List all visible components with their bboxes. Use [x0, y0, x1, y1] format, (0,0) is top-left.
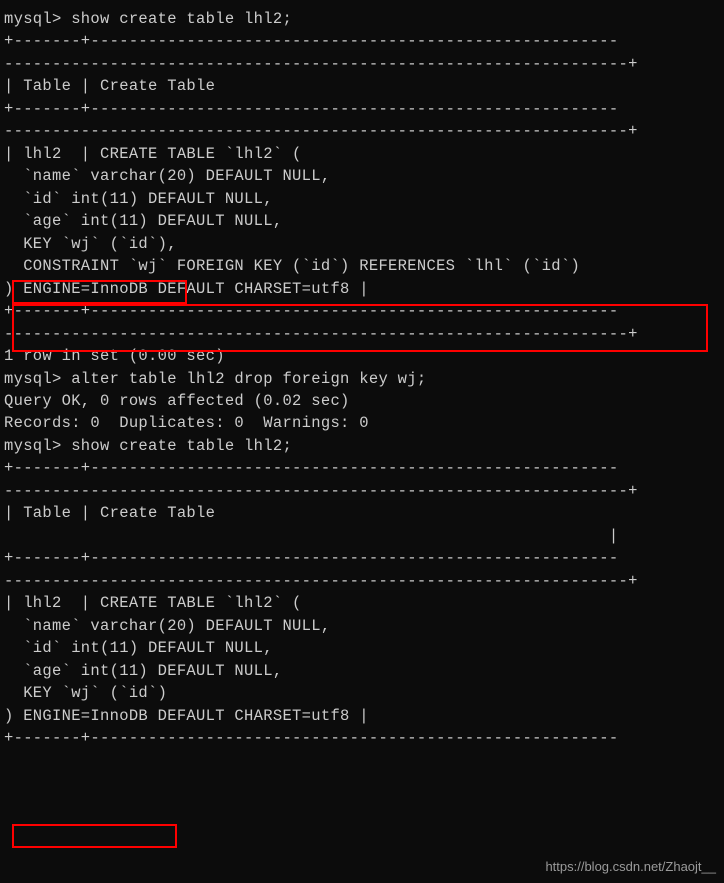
column-def-id: `id` int(11) DEFAULT NULL, — [0, 637, 724, 659]
table-separator: +-------+-------------------------------… — [0, 30, 724, 52]
table-separator-cont: ----------------------------------------… — [0, 570, 724, 592]
column-def-age: `age` int(11) DEFAULT NULL, — [0, 210, 724, 232]
table-separator: +-------+-------------------------------… — [0, 98, 724, 120]
column-def-name: `name` varchar(20) DEFAULT NULL, — [0, 615, 724, 637]
row-end-pipe: | — [0, 525, 724, 547]
table-separator-cont: ----------------------------------------… — [0, 323, 724, 345]
mysql-prompt-line[interactable]: mysql> alter table lhl2 drop foreign key… — [0, 368, 724, 390]
mysql-prompt-line[interactable]: mysql> show create table lhl2; — [0, 8, 724, 30]
table-separator: +-------+-------------------------------… — [0, 727, 724, 749]
create-table-row: | lhl2 | CREATE TABLE `lhl2` ( — [0, 592, 724, 614]
table-separator: +-------+-------------------------------… — [0, 300, 724, 322]
table-separator: +-------+-------------------------------… — [0, 547, 724, 569]
column-def-name: `name` varchar(20) DEFAULT NULL, — [0, 165, 724, 187]
records-summary: Records: 0 Duplicates: 0 Warnings: 0 — [0, 412, 724, 434]
column-def-id: `id` int(11) DEFAULT NULL, — [0, 188, 724, 210]
key-def: KEY `wj` (`id`) — [0, 682, 724, 704]
constraint-def: CONSTRAINT `wj` FOREIGN KEY (`id`) REFER… — [0, 255, 724, 277]
table-separator-cont: ----------------------------------------… — [0, 480, 724, 502]
engine-def: ) ENGINE=InnoDB DEFAULT CHARSET=utf8 | — [0, 278, 724, 300]
query-ok: Query OK, 0 rows affected (0.02 sec) — [0, 390, 724, 412]
engine-def: ) ENGINE=InnoDB DEFAULT CHARSET=utf8 | — [0, 705, 724, 727]
table-separator-cont: ----------------------------------------… — [0, 53, 724, 75]
table-separator-cont: ----------------------------------------… — [0, 120, 724, 142]
create-table-row: | lhl2 | CREATE TABLE `lhl2` ( — [0, 143, 724, 165]
mysql-prompt-line[interactable]: mysql> show create table lhl2; — [0, 435, 724, 457]
column-def-age: `age` int(11) DEFAULT NULL, — [0, 660, 724, 682]
table-header-row: | Table | Create Table — [0, 502, 724, 524]
watermark-text: https://blog.csdn.net/Zhaojt__ — [545, 858, 716, 877]
result-summary: 1 row in set (0.00 sec) — [0, 345, 724, 367]
table-separator: +-------+-------------------------------… — [0, 457, 724, 479]
key-def: KEY `wj` (`id`), — [0, 233, 724, 255]
highlight-box-key2 — [12, 824, 177, 848]
table-header-row: | Table | Create Table — [0, 75, 724, 97]
